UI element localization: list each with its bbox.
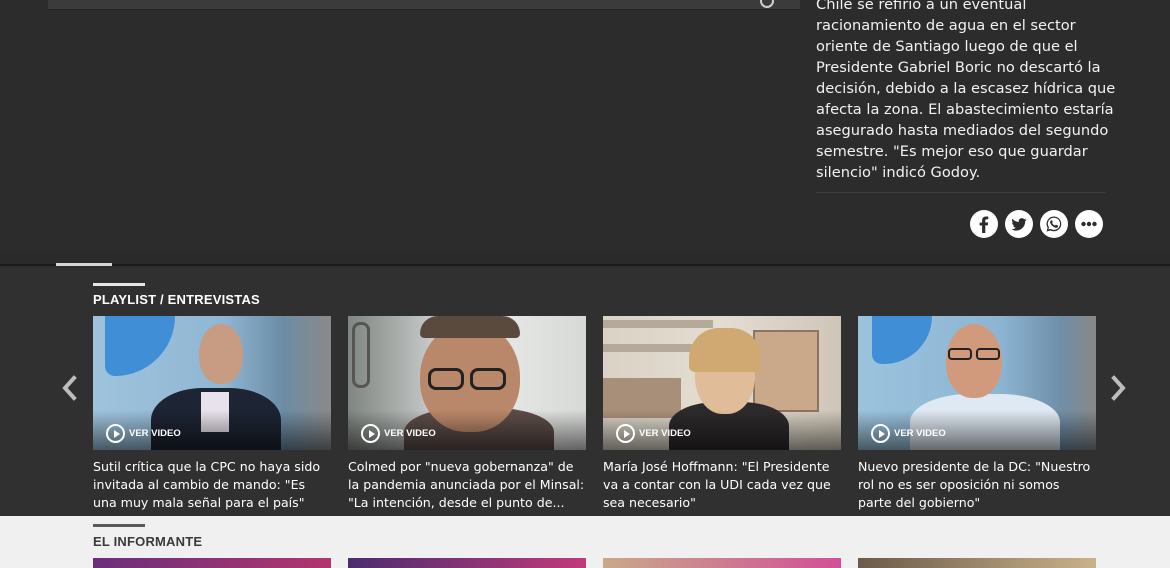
watch-video-label[interactable]: VER VIDEO [106,424,181,443]
section-bar [93,524,145,527]
player-control-icon[interactable] [760,0,774,8]
watch-video-label[interactable]: VER VIDEO [616,424,691,443]
twitter-icon[interactable] [1005,210,1033,238]
chevron-right-icon [1111,375,1126,401]
video-caption[interactable]: Sutil crítica que la CPC no haya sido in… [93,458,331,512]
video-player-bottom-edge[interactable] [48,0,800,10]
more-icon[interactable] [1075,210,1103,238]
facebook-icon[interactable] [970,210,998,238]
play-icon [106,424,125,443]
carousel-next-button[interactable] [1108,373,1130,403]
video-thumbnail[interactable] [93,558,331,568]
video-thumbnail[interactable]: VER VIDEO [603,316,841,450]
video-card[interactable]: VER VIDEO Sutil crítica que la CPC no ha… [93,316,331,512]
watch-video-label[interactable]: VER VIDEO [361,424,436,443]
section-bar [93,283,145,286]
playlist-section: PLAYLIST / ENTREVISTAS VER VIDEO Sutil c… [0,268,1170,518]
active-tab-indicator [56,263,112,266]
video-thumbnail[interactable]: VER VIDEO [93,316,331,450]
article-section: Chile se refirió a un eventual racionami… [0,0,1170,252]
video-thumbnail[interactable]: VER VIDEO [348,316,586,450]
carousel-prev-button[interactable] [58,373,80,403]
chevron-left-icon [62,375,77,401]
video-thumbnail[interactable] [603,558,841,568]
watch-video-label[interactable]: VER VIDEO [871,424,946,443]
divider [816,192,1106,193]
video-caption[interactable]: María José Hoffmann: "El Presidente va a… [603,458,841,512]
video-thumbnail[interactable] [858,558,1096,568]
section-separator [0,252,1170,266]
video-caption[interactable]: Colmed por "nueva gobernanza" de la pand… [348,458,586,512]
video-thumbnail[interactable] [348,558,586,568]
play-icon [361,424,380,443]
video-card[interactable]: VER VIDEO María José Hoffmann: "El Presi… [603,316,841,512]
page: Chile se refirió a un eventual racionami… [0,0,1170,568]
video-caption[interactable]: Nuevo presidente de la DC: "Nuestro rol … [858,458,1096,512]
whatsapp-icon[interactable] [1040,210,1068,238]
playlist-title: PLAYLIST / ENTREVISTAS [93,292,260,307]
play-icon [871,424,890,443]
informante-section: EL INFORMANTE [0,516,1170,568]
video-card[interactable]: VER VIDEO Nuevo presidente de la DC: "Nu… [858,316,1096,512]
video-thumbnail[interactable]: VER VIDEO [858,316,1096,450]
article-text: Chile se refirió a un eventual racionami… [816,0,1116,181]
play-icon [616,424,635,443]
informante-title: EL INFORMANTE [93,534,203,549]
share-buttons [970,210,1103,238]
video-card[interactable]: VER VIDEO Colmed por "nueva gobernanza" … [348,316,586,512]
